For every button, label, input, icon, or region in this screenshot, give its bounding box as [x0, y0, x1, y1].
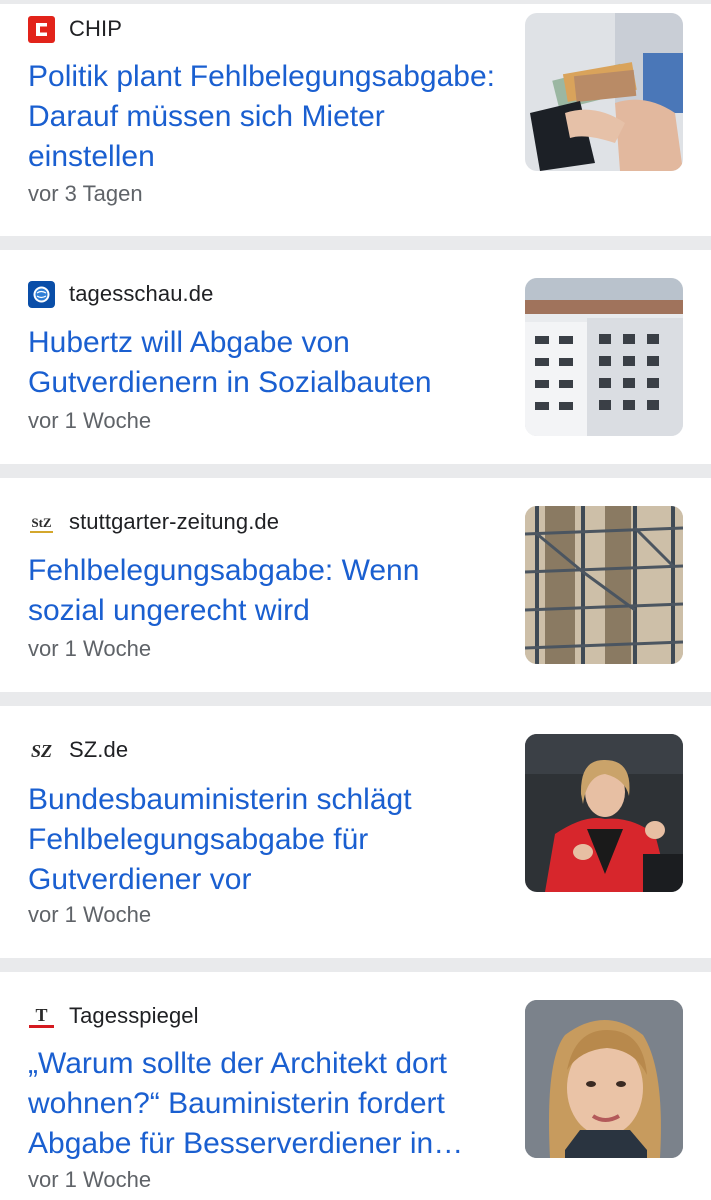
apartment-buildings-photo[interactable]: [525, 278, 683, 436]
article-headline[interactable]: „Warum sollte der Architekt dort wohnen?…: [28, 1044, 498, 1164]
svg-text:StZ: StZ: [31, 515, 52, 530]
source-row: T Tagesspiegel: [28, 1002, 199, 1030]
source-row: SZ SZ.de: [28, 736, 128, 764]
source-name: tagesschau.de: [69, 281, 214, 306]
article-card[interactable]: tagesschau.de Hubertz will Abgabe von Gu…: [0, 250, 711, 464]
article-card[interactable]: SZ SZ.de Bundesbauministerin schlägt Feh…: [0, 706, 711, 958]
minister-portrait-photo[interactable]: [525, 1000, 683, 1158]
article-headline[interactable]: Fehlbelegungsabgabe: Wenn sozial ungerec…: [28, 551, 498, 631]
source-row: StZ stuttgarter-zeitung.de: [28, 508, 279, 536]
source-name: Tagesspiegel: [69, 1003, 199, 1028]
tagesspiegel-logo-icon: T: [28, 1003, 55, 1030]
news-feed: CHIP Politik plant Fehlbelegungsabgabe: …: [0, 0, 711, 1200]
source-name: SZ.de: [69, 737, 129, 762]
sz-logo-icon: SZ: [28, 737, 55, 764]
source-name: CHIP: [69, 16, 122, 41]
minister-speech-photo[interactable]: [525, 734, 683, 892]
article-time: vor 1 Woche: [28, 902, 152, 927]
article-headline[interactable]: Hubertz will Abgabe von Gutverdienern in…: [28, 323, 498, 403]
tagesschau-logo-icon: [28, 280, 55, 308]
article-time: vor 1 Woche: [28, 1167, 152, 1192]
scaffolding-photo[interactable]: [525, 506, 683, 664]
article-time: vor 1 Woche: [28, 636, 152, 661]
article-headline[interactable]: Politik plant Fehlbelegungsabgabe: Darau…: [28, 57, 498, 177]
svg-text:T: T: [35, 1005, 47, 1025]
article-headline[interactable]: Bundesbauministerin schlägt Fehlbelegung…: [28, 780, 498, 900]
article-card[interactable]: CHIP Politik plant Fehlbelegungsabgabe: …: [0, 4, 711, 236]
svg-text:SZ: SZ: [31, 741, 52, 761]
source-name: stuttgarter-zeitung.de: [69, 509, 280, 534]
article-time: vor 1 Woche: [28, 408, 152, 433]
article-card[interactable]: T Tagesspiegel „Warum sollte der Archite…: [0, 972, 711, 1200]
wallet-money-photo[interactable]: [525, 13, 683, 171]
chip-logo-icon: [28, 15, 55, 43]
article-time: vor 3 Tagen: [28, 181, 143, 206]
source-row: CHIP: [28, 15, 122, 43]
article-card[interactable]: StZ stuttgarter-zeitung.de Fehlbelegungs…: [0, 478, 711, 692]
source-row: tagesschau.de: [28, 280, 213, 308]
stz-logo-icon: StZ: [28, 509, 55, 536]
